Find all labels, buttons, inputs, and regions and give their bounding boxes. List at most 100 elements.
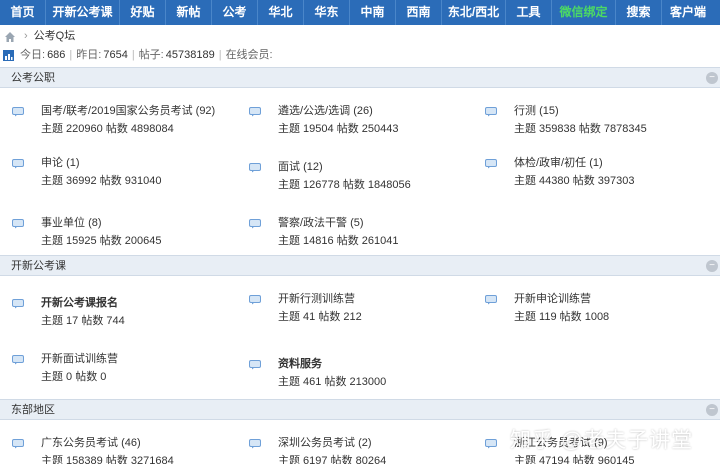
forum-title[interactable]: 开新申论训练营	[514, 290, 591, 306]
nav-item-client[interactable]: 客户端	[662, 0, 714, 25]
today-label: 今日:	[20, 49, 46, 61]
forum-item[interactable]: 广东公务员考试 (46) 主题 158389 帖数 3271684	[12, 434, 242, 464]
section-title[interactable]: 公考公职	[11, 72, 55, 84]
forum-title[interactable]: 资料服务	[278, 355, 322, 371]
forum-item[interactable]: 深圳公务员考试 (2) 主题 6197 帖数 80264	[249, 434, 479, 464]
forum-meta: 主题 41 帖数 212	[278, 311, 362, 323]
forum-meta: 主题 36992 帖数 931040	[41, 175, 162, 187]
nav-item-search[interactable]: 搜索	[616, 0, 662, 25]
nav-item-huabei[interactable]: 华北	[258, 0, 304, 25]
forum-item[interactable]: 申论 (1) 主题 36992 帖数 931040	[12, 154, 242, 198]
posts-label: 帖子:	[138, 49, 164, 61]
nav-item-kaixin-course[interactable]: 开新公考课	[46, 0, 120, 25]
forum-item[interactable]: 开新面试训练营 主题 0 帖数 0	[12, 350, 242, 394]
forum-bubble-icon	[249, 162, 261, 173]
forum-bubble-icon	[249, 106, 261, 117]
forum-title[interactable]: 体检/政审/初任 (1)	[514, 154, 603, 170]
forum-bubble-icon	[249, 218, 261, 229]
forum-title[interactable]: 开新行测训练营	[278, 290, 355, 306]
forum-title[interactable]: 开新面试训练营	[41, 350, 118, 366]
forum-title[interactable]: 国考/联考/2019国家公务员考试 (92)	[41, 102, 215, 118]
collapse-icon[interactable]: −	[706, 260, 718, 272]
stats-chart-icon	[3, 49, 14, 61]
forum-title[interactable]: 申论 (1)	[41, 154, 80, 170]
section-header-east-region: 东部地区 −	[0, 399, 720, 420]
forum-bubble-icon	[485, 438, 497, 449]
forum-bubble-icon	[12, 438, 24, 449]
collapse-icon[interactable]: −	[706, 404, 718, 416]
stats-divider: |	[69, 49, 73, 61]
forum-bubble-icon	[485, 158, 497, 169]
forum-meta: 主题 119 帖数 1008	[514, 311, 610, 323]
forum-item[interactable]: 资料服务 主题 461 帖数 213000	[249, 355, 479, 399]
posts-count: 45738189	[165, 49, 215, 61]
nav-item-home[interactable]: 首页	[0, 0, 46, 25]
forum-item[interactable]: 国考/联考/2019国家公务员考试 (92) 主题 220960 帖数 4898…	[12, 102, 242, 146]
forum-bubble-icon	[249, 359, 261, 370]
nav-item-gongkao[interactable]: 公考	[212, 0, 258, 25]
forum-item[interactable]: 事业单位 (8) 主题 15925 帖数 200645	[12, 214, 242, 258]
forum-meta: 主题 17 帖数 744	[41, 315, 125, 327]
nav-item-good-posts[interactable]: 好贴	[120, 0, 166, 25]
forum-meta: 主题 0 帖数 0	[41, 371, 107, 383]
online-label[interactable]: 在线会员:	[226, 46, 273, 64]
forum-meta: 主题 6197 帖数 80264	[278, 455, 387, 464]
forum-item[interactable]: 警察/政法干警 (5) 主题 14816 帖数 261041	[249, 214, 479, 258]
section-title[interactable]: 东部地区	[11, 404, 55, 416]
breadcrumb-separator: ›	[24, 30, 28, 42]
nav-item-dongbei-xibei[interactable]: 东北/西北	[442, 0, 506, 25]
section-title[interactable]: 开新公考课	[11, 260, 66, 272]
forum-stats: 今日: 686 | 昨日: 7654 | 帖子: 45738189 | 在线会员…	[0, 46, 275, 64]
home-icon[interactable]	[4, 30, 16, 42]
stats-divider: |	[131, 49, 135, 61]
nav-item-tools[interactable]: 工具	[506, 0, 552, 25]
forum-meta: 主题 359838 帖数 7878345	[514, 123, 647, 135]
forum-bubble-icon	[12, 106, 24, 117]
forum-bubble-icon	[485, 106, 497, 117]
forum-meta: 主题 220960 帖数 4898084	[41, 123, 174, 135]
forum-title[interactable]: 遴选/公选/选调 (26)	[278, 102, 373, 118]
forum-item[interactable]: 面试 (12) 主题 126778 帖数 1848056	[249, 158, 479, 202]
forum-bubble-icon	[12, 158, 24, 169]
breadcrumb-current[interactable]: 公考Q坛	[34, 27, 76, 45]
yesterday-count: 7654	[103, 49, 128, 61]
forum-meta: 主题 44380 帖数 397303	[514, 175, 635, 187]
forum-item[interactable]: 遴选/公选/选调 (26) 主题 19504 帖数 250443	[249, 102, 479, 146]
forum-bubble-icon	[12, 354, 24, 365]
yesterday-label: 昨日:	[76, 49, 102, 61]
forum-meta: 主题 14816 帖数 261041	[278, 235, 399, 247]
section-header-kaixin-course: 开新公考课 −	[0, 255, 720, 276]
forum-title[interactable]: 面试 (12)	[278, 158, 323, 174]
forum-meta: 主题 19504 帖数 250443	[278, 123, 399, 135]
forum-item[interactable]: 开新行测训练营 主题 41 帖数 212	[249, 290, 479, 334]
nav-item-zhongnan[interactable]: 中南	[350, 0, 396, 25]
forum-bubble-icon	[12, 298, 24, 309]
forum-title[interactable]: 开新公考课报名	[41, 294, 118, 310]
watermark: 知乎 @老夫子讲堂	[510, 429, 694, 452]
forum-meta: 主题 126778 帖数 1848056	[278, 179, 411, 191]
stats-divider: |	[218, 49, 222, 61]
forum-meta: 主题 461 帖数 213000	[278, 376, 387, 388]
forum-title[interactable]: 警察/政法干警 (5)	[278, 214, 364, 230]
forum-item[interactable]: 开新申论训练营 主题 119 帖数 1008	[485, 290, 715, 334]
collapse-icon[interactable]: −	[706, 72, 718, 84]
forum-meta: 主题 15925 帖数 200645	[41, 235, 162, 247]
forum-bubble-icon	[485, 294, 497, 305]
forum-title[interactable]: 深圳公务员考试 (2)	[278, 434, 372, 450]
forum-item[interactable]: 行测 (15) 主题 359838 帖数 7878345	[485, 102, 715, 146]
forum-bubble-icon	[12, 218, 24, 229]
nav-item-new-posts[interactable]: 新帖	[166, 0, 212, 25]
top-nav: 首页 开新公考课 好贴 新帖 公考 华北 华东 中南 西南 东北/西北 工具 微…	[0, 0, 720, 25]
forum-item[interactable]: 开新公考课报名 主题 17 帖数 744	[12, 294, 242, 338]
nav-item-wechat-bind[interactable]: 微信绑定	[552, 0, 616, 25]
today-count: 686	[47, 49, 66, 61]
breadcrumb: › 公考Q坛	[0, 27, 75, 45]
section-header-gongkao-gongzhi: 公考公职 −	[0, 67, 720, 88]
forum-bubble-icon	[249, 294, 261, 305]
forum-title[interactable]: 事业单位 (8)	[41, 214, 102, 230]
forum-item[interactable]: 体检/政审/初任 (1) 主题 44380 帖数 397303	[485, 154, 715, 198]
nav-item-xinan[interactable]: 西南	[396, 0, 442, 25]
nav-item-huadong[interactable]: 华东	[304, 0, 350, 25]
forum-title[interactable]: 行测 (15)	[514, 102, 559, 118]
forum-title[interactable]: 广东公务员考试 (46)	[41, 434, 141, 450]
